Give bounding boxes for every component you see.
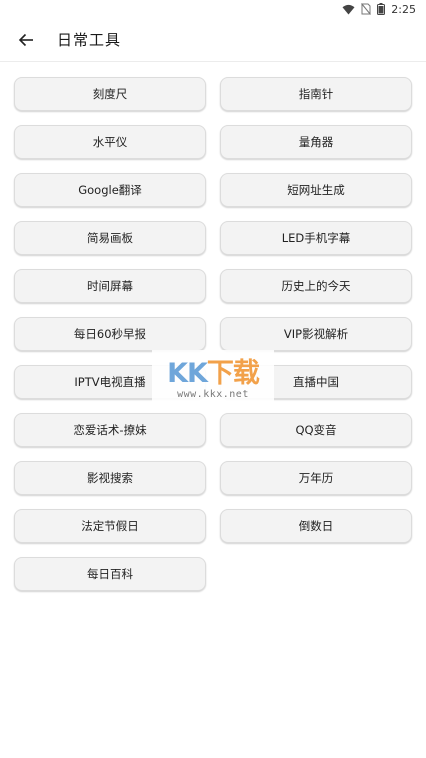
tool-button-countdown[interactable]: 倒数日 [220,509,412,543]
back-button[interactable] [15,29,37,51]
tool-button-video-search[interactable]: 影视搜索 [14,461,206,495]
tool-button-iptv[interactable]: IPTV电视直播 [14,365,206,399]
no-sim-icon [361,3,372,15]
app-bar: 日常工具 [0,18,426,62]
status-time: 2:25 [391,2,416,16]
status-bar: 2:25 [0,0,426,18]
tool-button-protractor[interactable]: 量角器 [220,125,412,159]
tool-button-ruler[interactable]: 刻度尺 [14,77,206,111]
tool-button-love-talk[interactable]: 恋爱话术-撩妹 [14,413,206,447]
tool-button-vip-video[interactable]: VIP影视解析 [220,317,412,351]
tool-button-level[interactable]: 水平仪 [14,125,206,159]
tool-button-compass[interactable]: 指南针 [220,77,412,111]
wifi-icon [342,4,355,15]
page-title: 日常工具 [57,31,122,49]
tool-button-qq-voice[interactable]: QQ变音 [220,413,412,447]
tool-button-google-translate[interactable]: Google翻译 [14,173,206,207]
tool-button-daily-news[interactable]: 每日60秒早报 [14,317,206,351]
tool-button-daily-wiki[interactable]: 每日百科 [14,557,206,591]
tool-button-drawing-board[interactable]: 简易画板 [14,221,206,255]
tool-button-time-screen[interactable]: 时间屏幕 [14,269,206,303]
tool-button-calendar[interactable]: 万年历 [220,461,412,495]
tool-button-led-subtitle[interactable]: LED手机字幕 [220,221,412,255]
tools-grid: 刻度尺 指南针 水平仪 量角器 Google翻译 短网址生成 简易画板 LED手… [14,77,412,591]
tool-button-history-today[interactable]: 历史上的今天 [220,269,412,303]
arrow-left-icon [18,33,33,46]
tool-button-live-china[interactable]: 直播中国 [220,365,412,399]
tool-button-short-url[interactable]: 短网址生成 [220,173,412,207]
tool-button-holidays[interactable]: 法定节假日 [14,509,206,543]
battery-icon [377,3,386,15]
